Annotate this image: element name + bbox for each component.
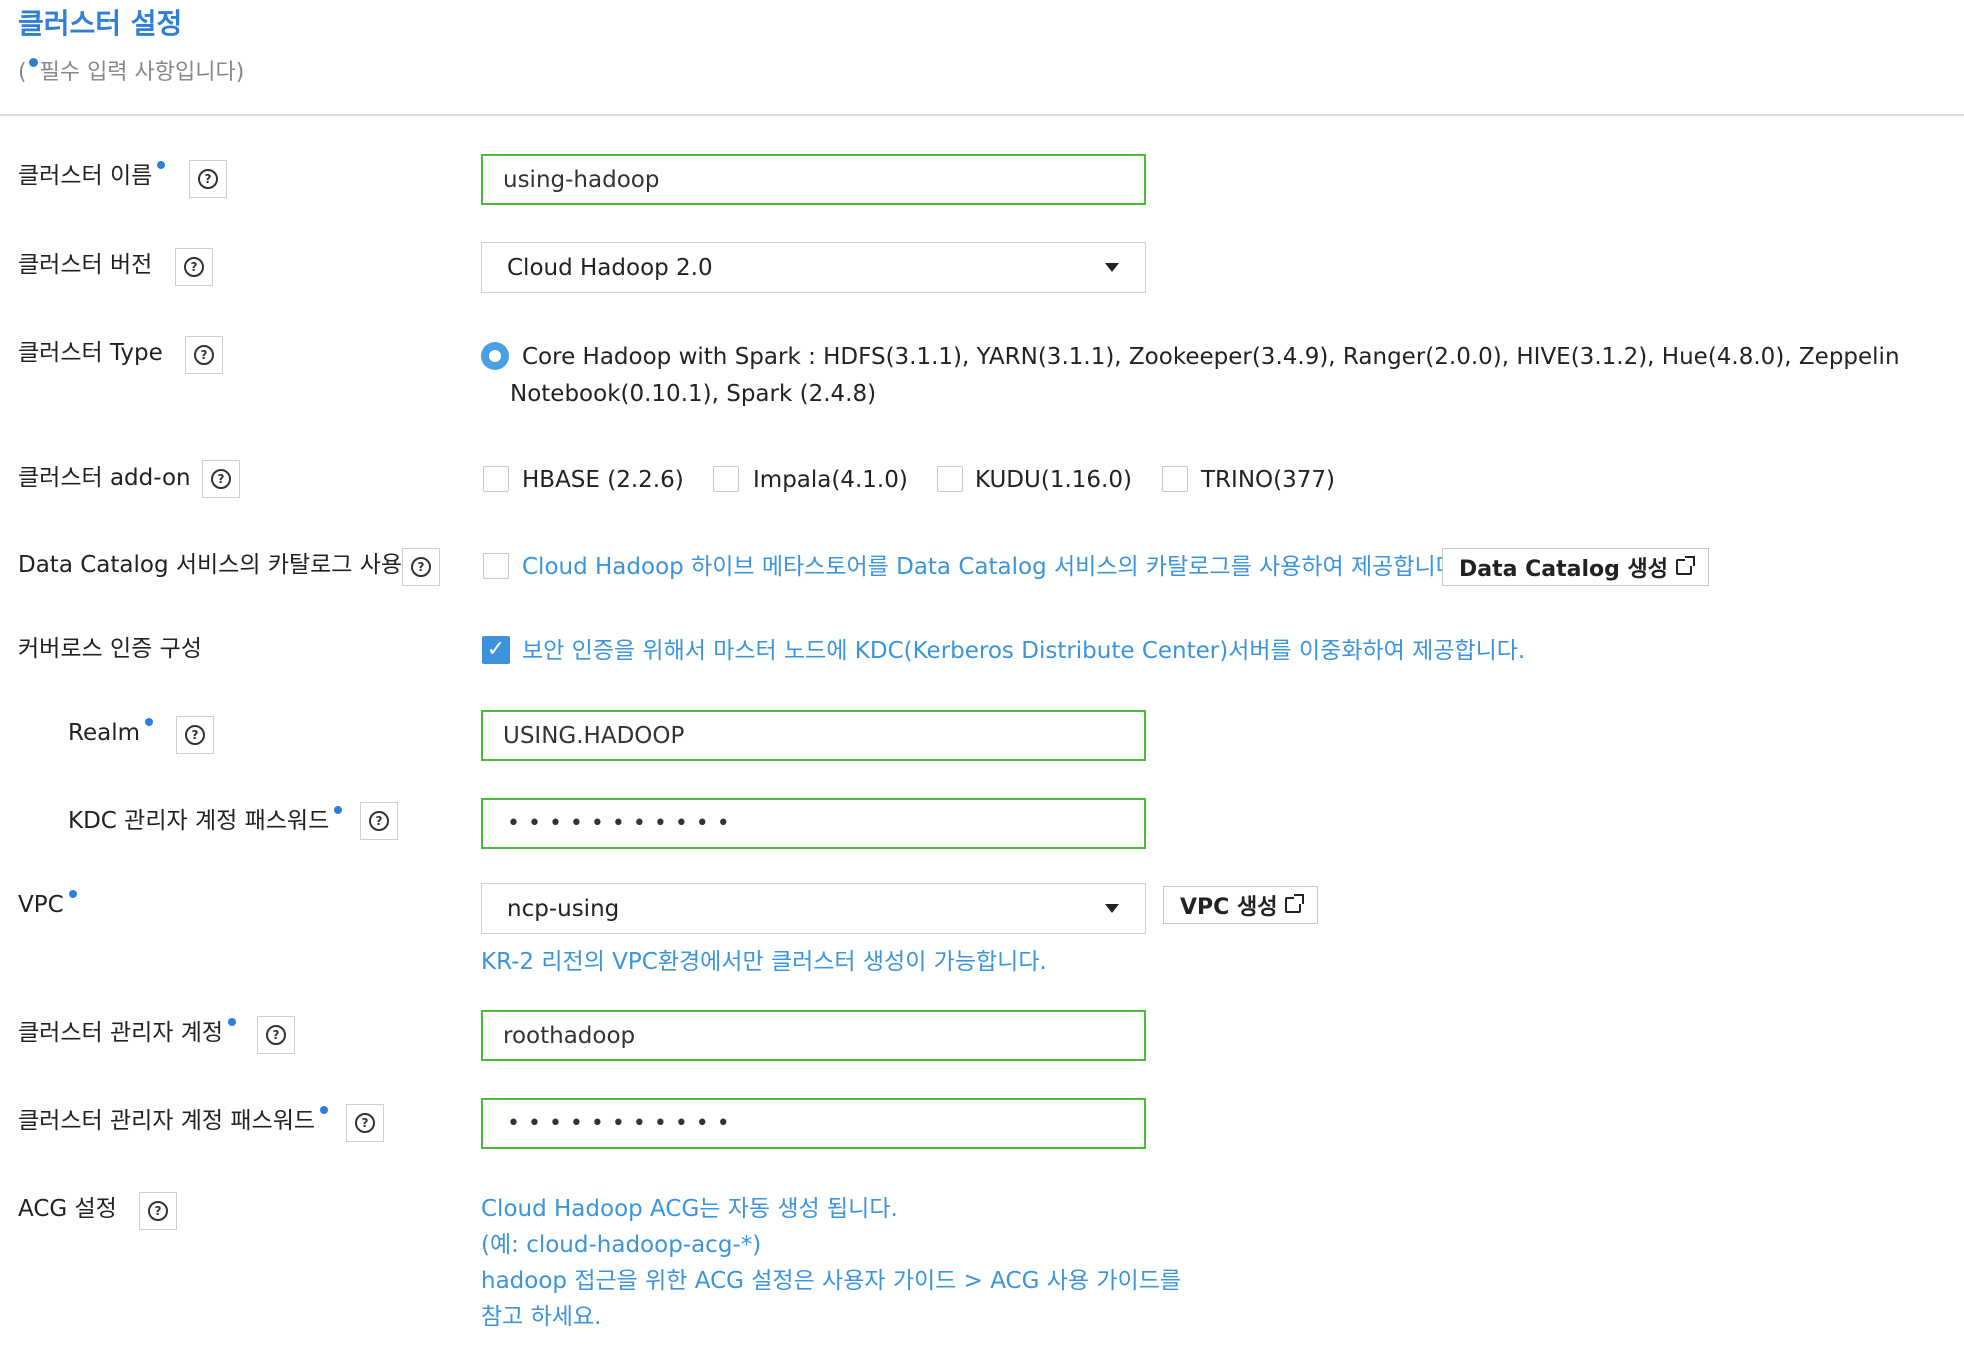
admin-password-input[interactable]: •••••••••••: [481, 1098, 1146, 1149]
kdc-password-input[interactable]: •••••••••••: [481, 798, 1146, 849]
header-divider: [0, 114, 1964, 116]
required-dot: [68, 890, 77, 898]
addon-impala-checkbox[interactable]: [713, 466, 739, 492]
cluster-name-input[interactable]: using-hadoop: [481, 154, 1146, 205]
admin-account-label: 클러스터 관리자 계정: [18, 1018, 237, 1048]
addon-trino-checkbox[interactable]: [1162, 466, 1188, 492]
addon-impala-label: Impala(4.1.0): [753, 467, 908, 493]
external-link-icon: [1676, 556, 1696, 575]
vpc-note: KR-2 리전의 VPC환경에서만 클러스터 생성이 가능합니다.: [481, 949, 1047, 975]
question-icon: ?: [148, 1201, 168, 1221]
required-dot: [334, 806, 343, 814]
realm-label-text: Realm: [68, 720, 140, 746]
admin-account-input[interactable]: roothadoop: [481, 1010, 1146, 1061]
cluster-addon-help-button[interactable]: ?: [202, 460, 240, 498]
data-catalog-checkbox[interactable]: [483, 553, 509, 579]
data-catalog-label: Data Catalog 서비스의 카탈로그 사용: [18, 552, 403, 578]
cluster-name-label: 클러스터 이름: [18, 161, 166, 191]
radio-selected-dot: [489, 350, 501, 362]
cluster-version-select[interactable]: Cloud Hadoop 2.0: [481, 242, 1146, 293]
required-dot: [145, 718, 153, 726]
chevron-down-icon: [1105, 904, 1119, 913]
question-icon: ?: [266, 1025, 286, 1045]
acg-note-line2: (예: cloud-hadoop-acg-*): [481, 1232, 762, 1258]
data-catalog-create-button[interactable]: Data Catalog 생성: [1442, 548, 1710, 586]
page-title: 클러스터 설정: [18, 7, 183, 40]
question-icon: ?: [198, 169, 218, 189]
question-icon: ?: [355, 1113, 375, 1133]
admin-account-label-text: 클러스터 관리자 계정: [18, 1020, 224, 1046]
admin-account-help-button[interactable]: ?: [257, 1016, 295, 1054]
admin-password-label-text: 클러스터 관리자 계정 패스워드: [18, 1108, 316, 1134]
data-catalog-help-button[interactable]: ?: [402, 548, 440, 586]
required-dot: [28, 58, 38, 67]
cluster-type-radio[interactable]: [481, 342, 509, 370]
checkmark-icon: ✓: [486, 637, 506, 662]
addon-hbase-label: HBASE (2.2.6): [522, 467, 684, 493]
acg-help-button[interactable]: ?: [139, 1192, 177, 1230]
kdc-password-label-text: KDC 관리자 계정 패스워드: [68, 808, 330, 834]
question-icon: ?: [185, 725, 205, 745]
cluster-type-option-line2: Notebook(0.10.1), Spark (2.4.8): [510, 381, 877, 407]
question-icon: ?: [369, 811, 389, 831]
acg-label: ACG 설정: [18, 1196, 117, 1222]
kerberos-label: 커버로스 인증 구성: [18, 636, 202, 662]
required-note-text: 필수 입력 사항입니다): [39, 60, 245, 85]
acg-note-line1: Cloud Hadoop ACG는 자동 생성 됩니다.: [481, 1196, 898, 1222]
addon-hbase-checkbox[interactable]: [483, 466, 509, 492]
addon-kudu-checkbox[interactable]: [937, 466, 963, 492]
question-icon: ?: [184, 257, 204, 277]
required-note-open: (: [18, 60, 27, 85]
acg-note-line3: hadoop 접근을 위한 ACG 설정은 사용자 가이드 > ACG 사용 가…: [481, 1268, 1182, 1294]
chevron-down-icon: [1105, 263, 1119, 272]
realm-help-button[interactable]: ?: [176, 716, 214, 754]
kerberos-description: 보안 인증을 위해서 마스터 노드에 KDC(Kerberos Distribu…: [522, 638, 1526, 664]
cluster-version-help-button[interactable]: ?: [175, 248, 213, 286]
realm-input[interactable]: USING.HADOOP: [481, 710, 1146, 761]
kerberos-checkbox[interactable]: ✓: [482, 636, 510, 664]
cluster-addon-label: 클러스터 add-on: [18, 465, 191, 491]
cluster-version-label: 클러스터 버전: [18, 252, 153, 278]
vpc-label: VPC: [18, 890, 77, 920]
required-note: ( 필수 입력 사항입니다): [18, 54, 244, 86]
cluster-type-option-line1: Core Hadoop with Spark : HDFS(3.1.1), YA…: [522, 344, 1900, 370]
kdc-password-label: KDC 관리자 계정 패스워드: [68, 806, 343, 836]
vpc-create-button[interactable]: VPC 생성: [1163, 886, 1319, 924]
cluster-version-selected: Cloud Hadoop 2.0: [507, 254, 713, 281]
question-icon: ?: [194, 345, 214, 365]
required-dot: [157, 161, 166, 169]
addon-trino-label: TRINO(377): [1201, 467, 1335, 493]
external-link-icon: [1285, 894, 1305, 913]
required-dot: [320, 1106, 329, 1114]
cluster-name-help-button[interactable]: ?: [189, 160, 227, 198]
required-dot: [228, 1018, 237, 1026]
vpc-select[interactable]: ncp-using: [481, 883, 1146, 934]
admin-password-help-button[interactable]: ?: [346, 1104, 384, 1142]
question-icon: ?: [411, 557, 431, 577]
cluster-type-label: 클러스터 Type: [18, 340, 163, 366]
data-catalog-description: Cloud Hadoop 하이브 메타스토어를 Data Catalog 서비스…: [522, 554, 1465, 580]
acg-note-line4: 참고 하세요.: [481, 1304, 602, 1330]
data-catalog-create-label: Data Catalog 생성: [1459, 557, 1669, 582]
addon-kudu-label: KUDU(1.16.0): [975, 467, 1132, 493]
admin-password-label: 클러스터 관리자 계정 패스워드: [18, 1106, 329, 1136]
kdc-password-help-button[interactable]: ?: [360, 802, 398, 840]
cluster-type-help-button[interactable]: ?: [185, 336, 223, 374]
cluster-name-label-text: 클러스터 이름: [18, 163, 153, 189]
question-icon: ?: [211, 469, 231, 489]
realm-label: Realm: [68, 718, 153, 748]
vpc-create-label: VPC 생성: [1180, 895, 1278, 920]
vpc-label-text: VPC: [18, 892, 64, 918]
vpc-selected: ncp-using: [507, 895, 620, 922]
